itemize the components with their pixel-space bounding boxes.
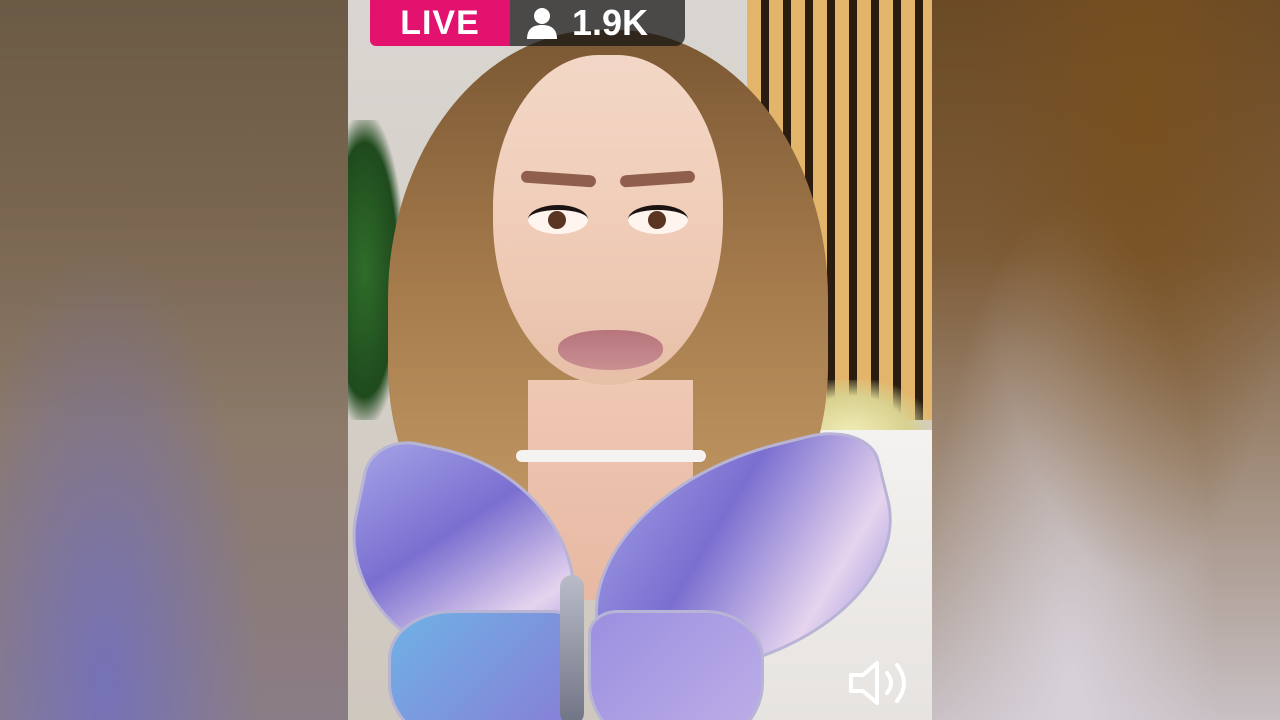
live-badge: LIVE [370, 0, 510, 46]
viewer-count: 1.9K [572, 2, 649, 43]
eye-left [528, 205, 588, 234]
viewer-count-badge[interactable]: 1.9K [510, 0, 685, 46]
butterfly-wing-bottom-left [388, 610, 584, 720]
blurred-background-right [932, 0, 1280, 720]
person-icon [524, 6, 560, 40]
face [493, 55, 723, 385]
live-video-frame[interactable] [348, 0, 932, 720]
lips [558, 330, 663, 370]
live-label: LIVE [400, 3, 480, 42]
blurred-background-left [0, 0, 348, 720]
eye-right [628, 205, 688, 234]
butterfly-body [560, 575, 584, 720]
brow-right [619, 170, 696, 188]
butterfly-wing-bottom-right [588, 610, 764, 720]
brow-left [520, 170, 597, 188]
choker [516, 450, 706, 462]
speaker-icon[interactable] [845, 655, 915, 711]
